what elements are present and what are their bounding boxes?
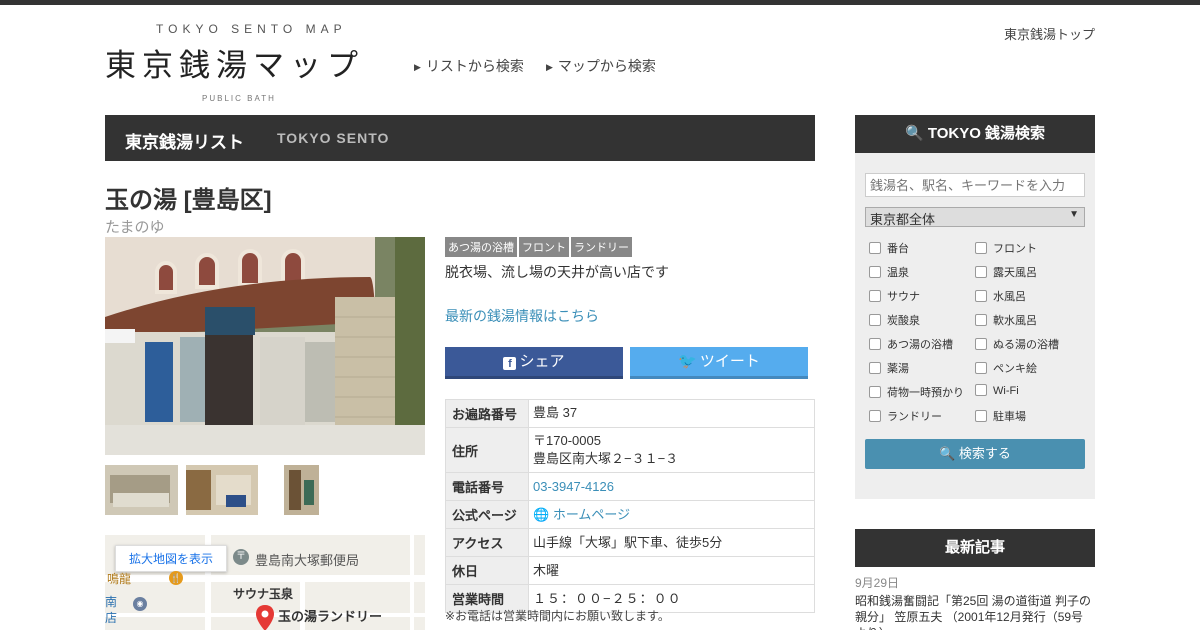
logo-subtitle: TOKYO SENTO MAP xyxy=(156,22,347,36)
chevron-down-icon: ▼ xyxy=(1069,209,1079,220)
checkbox-sauna[interactable]: サウナ xyxy=(869,288,920,304)
latest-info-link[interactable]: 最新の銭湯情報はこちら xyxy=(445,306,599,326)
holiday-label: 休日 xyxy=(445,556,529,586)
checkbox-rotenburo[interactable]: 露天風呂 xyxy=(975,264,1037,280)
checkbox-mizuburo[interactable]: 水風呂 xyxy=(975,288,1026,304)
checkbox-penkie[interactable]: ペンキ絵 xyxy=(975,360,1037,376)
search-button[interactable]: 🔍 検索する xyxy=(865,439,1085,469)
globe-icon: 🌐 xyxy=(533,506,550,522)
triangle-right-icon: ▶ xyxy=(546,62,553,72)
tag-front: フロント xyxy=(519,237,569,257)
sento-building-image xyxy=(105,237,425,455)
search-icon: 🔍 xyxy=(904,125,924,142)
table-row: お遍路番号 豊島 37 xyxy=(445,399,815,428)
address-value: 〒170-0005 豊島区南大塚２−３１−３ xyxy=(528,426,815,474)
section-title-jp: 東京銭湯リスト xyxy=(125,133,244,152)
map-label-restaurant: 鳴龍 xyxy=(107,572,132,586)
nav-list-search[interactable]: ▶ リストから検索 xyxy=(414,56,524,76)
map-label-post-office: 豊島南大塚郵便局 xyxy=(255,553,360,568)
phone-link[interactable]: 03-3947-4126 xyxy=(533,479,614,494)
facebook-icon: f xyxy=(503,357,517,370)
area-select[interactable]: 東京都全体 ▼ xyxy=(865,207,1085,227)
sento-top-link[interactable]: 東京銭湯トップ xyxy=(1004,24,1095,43)
top-border xyxy=(0,0,1200,5)
phone-label: 電話番号 xyxy=(445,472,529,502)
feature-tags: あつ湯の浴槽 フロント ランドリー xyxy=(445,237,634,257)
shop-icon: ◉ xyxy=(133,597,147,611)
page-title-kana: たまのゆ xyxy=(105,219,165,236)
map-label-sauna: サウナ玉泉 xyxy=(233,587,294,601)
access-label: アクセス xyxy=(445,528,529,558)
post-office-icon: 〒 xyxy=(233,549,249,565)
checkbox-parking[interactable]: 駐車場 xyxy=(975,408,1026,424)
phone-note: ※お電話は営業時間内にお願い致します。 xyxy=(445,609,670,623)
sento-description: 脱衣場、流し場の天井が高い店です xyxy=(445,264,669,280)
checkbox-wifi[interactable]: Wi-Fi xyxy=(975,384,1019,397)
thumbnail-1[interactable] xyxy=(105,465,178,515)
search-panel: 東京都全体 ▼ 番台 フロント 温泉 露天風呂 サウナ 水風呂 炭酸泉 軟水風呂… xyxy=(855,153,1095,499)
number-label: お遍路番号 xyxy=(445,399,529,428)
thumbnail-2[interactable] xyxy=(186,465,258,515)
table-row: 住所 〒170-0005 豊島区南大塚２−３１−３ xyxy=(445,426,815,474)
news-article-link[interactable]: 昭和銭湯奮闘記「第25回 湯の道街道 判子の親分」 笠原五夫 （2001年12月… xyxy=(855,593,1095,630)
checkbox-kusuriyu[interactable]: 薬湯 xyxy=(869,360,909,376)
checkbox-onsen[interactable]: 温泉 xyxy=(869,264,909,280)
checkbox-bandai[interactable]: 番台 xyxy=(869,240,909,256)
checkbox-nansui[interactable]: 軟水風呂 xyxy=(975,312,1037,328)
twitter-icon: 🐦 xyxy=(678,353,697,370)
news-date: 9月29日 xyxy=(855,576,900,590)
page-title: 玉の湯 [豊島区] xyxy=(105,187,272,214)
map-label-left3: 店 xyxy=(105,611,118,625)
checkbox-luggage[interactable]: 荷物一時預かり xyxy=(869,384,964,400)
thumbnail-3[interactable] xyxy=(284,465,319,515)
nav-map-search[interactable]: ▶ マップから検索 xyxy=(546,56,656,76)
access-value: 山手線「大塚」駅下車、徒歩5分 xyxy=(528,528,815,558)
table-row: 公式ページ 🌐 ホームページ xyxy=(445,500,815,530)
facebook-share-button[interactable]: f シェア xyxy=(445,347,623,379)
restaurant-icon: 🍴 xyxy=(169,571,183,585)
table-row: 電話番号 03-3947-4126 xyxy=(445,472,815,502)
checkbox-atsuyu[interactable]: あつ湯の浴槽 xyxy=(869,336,953,352)
map-label-laundry: 玉の湯ランドリー xyxy=(278,609,383,624)
search-icon: 🔍 xyxy=(939,446,956,461)
enlarge-map-button[interactable]: 拡大地図を表示 xyxy=(115,545,228,572)
search-panel-header: 🔍 TOKYO 銭湯検索 xyxy=(855,115,1095,153)
checkbox-nuruyu[interactable]: ぬる湯の浴槽 xyxy=(975,336,1059,352)
logo-footer-text: PUBLIC BATH xyxy=(202,94,276,103)
checkbox-tansansen[interactable]: 炭酸泉 xyxy=(869,312,920,328)
postal-code: 〒170-0005 xyxy=(533,433,601,448)
number-value: 豊島 37 xyxy=(528,399,815,428)
table-row: アクセス 山手線「大塚」駅下車、徒歩5分 xyxy=(445,528,815,558)
holiday-value: 木曜 xyxy=(528,556,815,586)
sento-main-photo[interactable] xyxy=(105,237,425,455)
address-text: 豊島区南大塚２−３１−３ xyxy=(533,451,679,467)
map-label-left2: 南 xyxy=(105,595,118,609)
sento-info-table: お遍路番号 豊島 37 住所 〒170-0005 豊島区南大塚２−３１−３ 電話番… xyxy=(445,399,815,614)
section-title-en: TOKYO SENTO xyxy=(277,130,390,146)
homepage-link[interactable]: 🌐 ホームページ xyxy=(533,507,630,522)
tag-laundry: ランドリー xyxy=(571,237,632,257)
tag-hot-bath: あつ湯の浴槽 xyxy=(445,237,517,257)
site-label: 公式ページ xyxy=(445,500,529,530)
address-label: 住所 xyxy=(445,426,529,474)
map-pin-icon xyxy=(256,605,274,630)
checkbox-front[interactable]: フロント xyxy=(975,240,1037,256)
triangle-right-icon: ▶ xyxy=(414,62,421,72)
hallway-image xyxy=(284,465,319,515)
google-map[interactable]: 拡大地図を表示 〒 豊島南大塚郵便局 鳴龍 🍴 南 店 ◉ サウナ玉泉 玉の湯ラ… xyxy=(105,535,425,630)
latest-articles-header: 最新記事 xyxy=(855,529,1095,567)
table-row: 休日 木曜 xyxy=(445,556,815,586)
section-header-bar: 東京銭湯リスト TOKYO SENTO xyxy=(105,115,815,161)
bath-interior-image xyxy=(105,465,178,515)
search-input[interactable] xyxy=(865,173,1085,197)
front-desk-image xyxy=(186,465,258,515)
twitter-tweet-button[interactable]: 🐦 ツイート xyxy=(630,347,808,379)
site-logo[interactable]: 東京銭湯マップ xyxy=(105,40,364,85)
checkbox-laundry[interactable]: ランドリー xyxy=(869,408,942,424)
